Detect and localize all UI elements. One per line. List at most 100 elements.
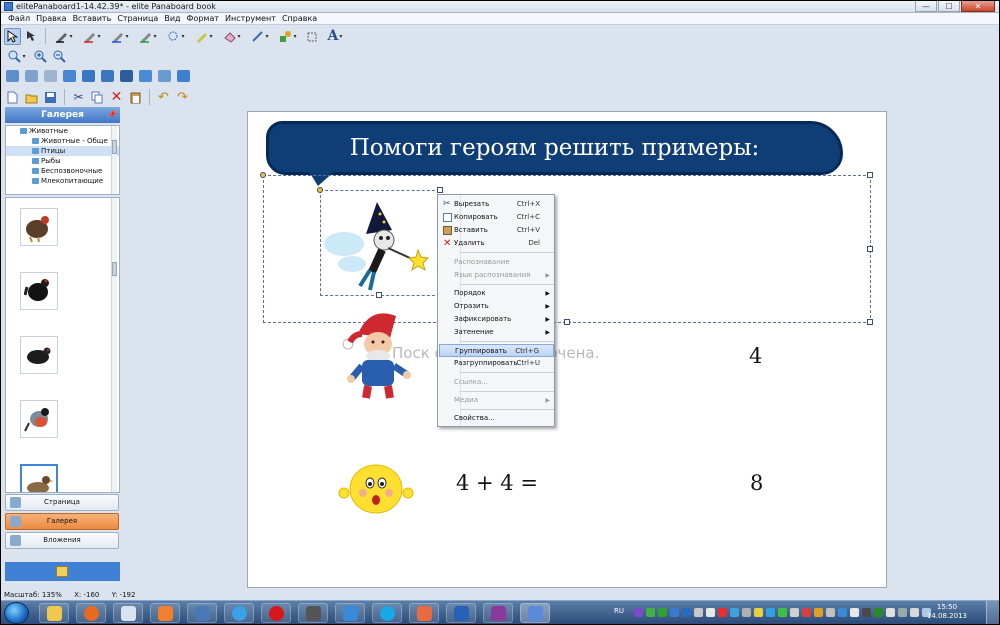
tray-icon[interactable]	[898, 608, 907, 617]
tray-icon[interactable]	[718, 608, 727, 617]
taskbar-microphone[interactable]	[298, 603, 328, 623]
tree-scrollbar[interactable]	[111, 126, 117, 194]
eraser-icon[interactable]: ▾	[219, 28, 245, 45]
tray-icon[interactable]	[766, 608, 775, 617]
pin-icon[interactable]: 📌	[107, 107, 117, 123]
menu-insert[interactable]: Вставить	[70, 13, 115, 24]
magnifier-icon[interactable]: ▾	[4, 48, 30, 65]
menu-item-media[interactable]: Медиа ▶	[439, 394, 554, 407]
selection-handle[interactable]	[564, 319, 570, 325]
menu-item-lock[interactable]: Зафиксировать ▶	[439, 313, 554, 326]
clock[interactable]: 15:50 14.08.2013	[927, 603, 967, 621]
taskbar-skype[interactable]	[372, 603, 402, 623]
blue-pen-icon[interactable]: ▾	[107, 28, 133, 45]
tray-icon[interactable]	[778, 608, 787, 617]
highlighter-icon[interactable]: ▾	[191, 28, 217, 45]
taskbar-media[interactable]	[150, 603, 180, 623]
menu-item-order[interactable]: Порядок ▶	[439, 287, 554, 300]
taskbar-explorer[interactable]	[39, 603, 69, 623]
menu-file[interactable]: Файл	[5, 13, 33, 24]
red-pen-icon[interactable]: ▾	[79, 28, 105, 45]
tray-icon[interactable]	[634, 608, 643, 617]
menu-item-flip[interactable]: Отразить ▶	[439, 300, 554, 313]
taskbar-network[interactable]	[113, 603, 143, 623]
tray-icon[interactable]	[742, 608, 751, 617]
tray-icon[interactable]	[838, 608, 847, 617]
tree-item[interactable]: Животные - Обще	[6, 136, 119, 146]
taskbar-panaboard[interactable]	[520, 603, 550, 623]
tree-item[interactable]: Млекопитающие	[6, 176, 119, 186]
menu-item-link[interactable]: Ссылка...	[439, 376, 554, 389]
smiley-image[interactable]	[338, 457, 414, 517]
tray-icon[interactable]	[682, 608, 691, 617]
brush-icon[interactable]: ▾	[163, 28, 189, 45]
menu-item-group[interactable]: Группировать Ctrl+G	[439, 344, 554, 357]
monitor-icon[interactable]	[80, 68, 97, 85]
taskbar-paint[interactable]	[409, 603, 439, 623]
maximize-button[interactable]: ☐	[938, 1, 960, 12]
tray-icon[interactable]	[646, 608, 655, 617]
menu-edit[interactable]: Правка	[33, 13, 69, 24]
thumbnail-duck[interactable]	[20, 464, 58, 492]
menu-item-properties[interactable]: Свойства...	[439, 412, 554, 425]
menu-tools[interactable]: Инструмент	[222, 13, 279, 24]
menu-item-shade[interactable]: Затенение ▶	[439, 326, 554, 339]
monitor-2-icon[interactable]	[99, 68, 116, 85]
thumbnails-scrollbar[interactable]	[111, 198, 117, 492]
text-icon[interactable]: A ▾	[322, 28, 348, 45]
nav-page-button[interactable]: Страница	[5, 494, 119, 511]
tray-icon[interactable]	[862, 608, 871, 617]
open-icon[interactable]	[23, 89, 40, 106]
volume-icon[interactable]	[886, 608, 895, 617]
show-desktop-button[interactable]	[986, 601, 999, 624]
menu-item-recognition-language[interactable]: Язык распознавания ▶	[439, 269, 554, 282]
tray-icon[interactable]	[670, 608, 679, 617]
selection-handle[interactable]	[437, 187, 443, 193]
taskbar-opera[interactable]	[261, 603, 291, 623]
sidebar-footer[interactable]	[5, 562, 120, 581]
taskbar-winrar[interactable]	[483, 603, 513, 623]
shapes-icon[interactable]: ▾	[275, 28, 301, 45]
pointer-tools-icon[interactable]	[23, 28, 40, 45]
signal-icon[interactable]	[658, 608, 667, 617]
new-icon[interactable]	[4, 89, 21, 106]
menu-view[interactable]: Вид	[161, 13, 183, 24]
menu-item-paste[interactable]: Вставить Ctrl+V	[439, 224, 554, 237]
redo-icon[interactable]: ↷	[174, 89, 191, 106]
line-icon[interactable]: ▾	[247, 28, 273, 45]
zoom-out-icon[interactable]	[51, 48, 68, 65]
zoom-in-icon[interactable]	[32, 48, 49, 65]
menu-item-delete[interactable]: ✕ Удалить Del	[439, 237, 554, 250]
selection-handle[interactable]	[867, 319, 873, 325]
thumbnail-wood-grouse[interactable]	[20, 336, 58, 374]
menu-page[interactable]: Страница	[114, 13, 161, 24]
scanner-icon[interactable]	[23, 68, 40, 85]
tray-icon[interactable]	[850, 608, 859, 617]
tray-icon[interactable]	[910, 608, 919, 617]
cut-icon[interactable]: ✂	[70, 89, 87, 106]
close-button[interactable]: ✕	[961, 1, 995, 12]
taskbar-internet-explorer[interactable]	[224, 603, 254, 623]
camera-icon[interactable]	[61, 68, 78, 85]
menu-item-recognition[interactable]: Распознавание	[439, 256, 554, 269]
answer-2[interactable]: 8	[750, 471, 763, 495]
heading-callout[interactable]: Помоги героям решить примеры:	[266, 121, 843, 175]
rotate-handle[interactable]	[317, 187, 323, 193]
taskbar-speaker[interactable]	[335, 603, 365, 623]
thumbnail-black-grouse[interactable]	[20, 272, 58, 310]
answer-1[interactable]: 4	[749, 344, 762, 368]
green-pen-icon[interactable]: ▾	[135, 28, 161, 45]
wizard-fairy-image[interactable]	[322, 194, 442, 294]
film-icon[interactable]	[118, 68, 135, 85]
mouse-icon[interactable]	[156, 68, 173, 85]
copy-icon[interactable]	[89, 89, 106, 106]
tray-icon[interactable]	[694, 608, 703, 617]
menu-item-cut[interactable]: ✂ Вырезать Ctrl+X	[439, 198, 554, 211]
screen-capture-icon[interactable]	[4, 68, 21, 85]
tray-icon[interactable]	[790, 608, 799, 617]
thumbnail-turkey[interactable]	[20, 208, 58, 246]
minimize-button[interactable]: —	[915, 1, 937, 12]
resize-handle-icon[interactable]	[303, 28, 320, 45]
taskbar-display[interactable]	[187, 603, 217, 623]
nav-attachments-button[interactable]: Вложения	[5, 532, 119, 549]
